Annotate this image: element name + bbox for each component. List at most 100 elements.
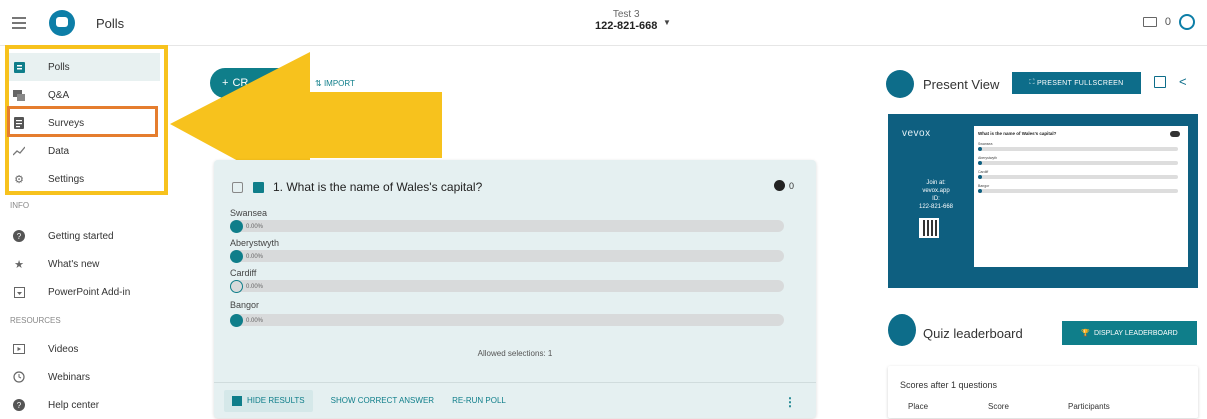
resources-heading: RESOURCES	[10, 316, 61, 325]
preview-join-line1: Join at:	[926, 180, 946, 186]
preview-option-label: Bangor	[978, 184, 990, 188]
sidebar-item-label: Videos	[48, 343, 79, 355]
vevox-logo	[49, 10, 75, 36]
display-leaderboard-label: DISPLAY LEADERBOARD	[1093, 329, 1178, 337]
preview-option-bar	[978, 175, 1178, 179]
preview-id-label: ID:	[932, 196, 940, 202]
preview-option-bar	[978, 189, 1178, 193]
hide-results-button[interactable]: HIDE RESULTS	[224, 389, 313, 412]
clock-icon	[13, 371, 25, 383]
quiz-leaderboard-title: Quiz leaderboard	[923, 326, 1023, 341]
preview-option: Cardiff	[978, 170, 1178, 179]
hide-results-label: HIDE RESULTS	[247, 396, 305, 405]
result-dot	[230, 220, 243, 233]
column-header-place: Place	[908, 402, 929, 411]
video-icon	[13, 343, 25, 355]
preview-option: Aberystwyth	[978, 156, 1178, 165]
option-percent: 0.00%	[246, 223, 264, 230]
preview-option-label: Cardiff	[978, 170, 989, 174]
preview-option-bar	[978, 147, 1178, 151]
poll-icon	[253, 181, 264, 193]
scores-card: Scores after 1 questions Place Score Par…	[888, 366, 1198, 418]
fullscreen-icon: ⛶	[1029, 79, 1037, 86]
top-bar: Polls Test 3 122-821-668 ▼ 0	[0, 0, 1207, 46]
preview-option-label: Swansea	[978, 142, 993, 146]
toggle-icon	[1170, 131, 1180, 137]
preview-screen: What is the name of Wales's capital? Swa…	[974, 126, 1188, 267]
participant-count: 0	[788, 180, 794, 191]
svg-text:?: ?	[17, 401, 22, 410]
preview-brand: vevox	[902, 128, 931, 139]
poll-option: Swansea	[230, 208, 802, 220]
option-result: 0.00%	[230, 250, 802, 263]
sidebar-item-help-center[interactable]: ? Help center	[8, 391, 160, 419]
preview-join-info: Join at: vevox.app ID: 122-821-668	[896, 179, 976, 211]
addin-icon	[13, 286, 25, 298]
session-selector[interactable]: Test 3 122-821-668	[595, 9, 657, 32]
session-id: 122-821-668	[595, 20, 658, 32]
rerun-poll-button[interactable]: RE-RUN POLL	[452, 396, 506, 405]
poll-card: 1. What is the name of Wales's capital? …	[214, 160, 816, 418]
poll-option: Aberystwyth	[230, 238, 802, 250]
open-external-icon[interactable]	[1154, 76, 1166, 88]
more-options-icon[interactable]: ⋮	[784, 395, 796, 409]
svg-text:?: ?	[17, 232, 22, 241]
trophy-icon: 🏆	[1081, 330, 1090, 337]
surveys-highlight-box	[7, 106, 158, 137]
page-title: Polls	[96, 16, 125, 31]
preview-question: What is the name of Wales's capital?	[978, 131, 1057, 136]
option-label: Aberystwyth	[230, 238, 280, 248]
poll-question: 1. What is the name of Wales's capital?	[273, 180, 483, 194]
sidebar-item-whats-new[interactable]: ★ What's new	[8, 250, 160, 278]
preview-join-line2: vevox.app	[922, 188, 950, 194]
monitor-icon[interactable]	[1142, 17, 1157, 27]
preview-option: Bangor	[978, 184, 1178, 193]
option-label: Cardiff	[230, 268, 257, 278]
sidebar-item-webinars[interactable]: Webinars	[8, 363, 160, 391]
share-icon[interactable]: <	[1179, 74, 1187, 89]
sidebar-item-label: Webinars	[48, 371, 91, 383]
display-leaderboard-button[interactable]: 🏆 DISPLAY LEADERBOARD	[1062, 321, 1197, 345]
allowed-selections: Allowed selections: 1	[477, 349, 553, 358]
option-percent: 0.00%	[246, 317, 264, 324]
option-result: 0.00%	[230, 314, 802, 327]
sidebar-item-label: Getting started	[48, 230, 114, 242]
sidebar-item-label: What's new	[48, 258, 100, 270]
session-name: Test 3	[612, 9, 640, 20]
qr-code-icon	[919, 218, 939, 238]
present-view-title: Present View	[923, 77, 1000, 92]
preview-id-value: 122-821-668	[918, 204, 954, 210]
show-correct-answer-button[interactable]: SHOW CORRECT ANSWER	[331, 396, 434, 405]
option-percent: 0.00%	[246, 253, 264, 260]
sidebar-item-powerpoint-addin[interactable]: PowerPoint Add-in	[8, 278, 160, 306]
caret-down-icon[interactable]: ▼	[663, 18, 671, 27]
poll-option: Bangor	[230, 300, 802, 312]
correct-answer-check-icon	[230, 280, 243, 293]
option-percent: 0.00%	[246, 283, 264, 290]
present-fullscreen-button[interactable]: ⛶ PRESENT FULLSCREEN	[1012, 72, 1141, 94]
preview-option-bar	[978, 161, 1178, 165]
account-icon[interactable]	[1179, 14, 1195, 30]
sidebar-item-videos[interactable]: Videos	[8, 335, 160, 363]
leaderboard-icon	[888, 314, 916, 346]
info-heading: INFO	[10, 201, 30, 210]
option-label: Swansea	[230, 208, 268, 218]
preview-option: Swansea	[978, 142, 1178, 151]
sidebar-item-label: Help center	[48, 399, 100, 411]
scores-title: Scores after 1 questions	[900, 380, 998, 390]
sidebar-item-label: PowerPoint Add-in	[48, 286, 131, 298]
help-icon: ?	[13, 399, 25, 411]
present-fullscreen-label: PRESENT FULLSCREEN	[1036, 79, 1124, 87]
option-result: 0.00%	[230, 220, 802, 233]
present-view-icon	[886, 70, 914, 98]
sidebar-item-getting-started[interactable]: ? Getting started	[8, 222, 160, 250]
participant-count: 0	[1164, 16, 1171, 28]
participants-icon	[773, 180, 785, 191]
poll-checkbox[interactable]	[232, 181, 243, 193]
participant-count-badge: 0	[773, 180, 794, 191]
hamburger-menu-icon[interactable]	[12, 17, 26, 29]
star-icon: ★	[14, 258, 24, 271]
help-icon: ?	[13, 230, 25, 242]
poll-option: Cardiff	[230, 268, 802, 280]
present-preview[interactable]: vevox Join at: vevox.app ID: 122-821-668…	[888, 114, 1198, 288]
